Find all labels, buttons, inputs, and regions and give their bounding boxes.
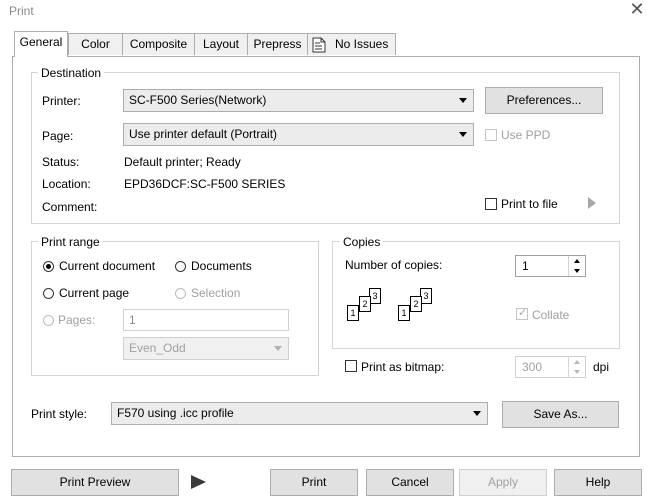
tab-label: Color (81, 37, 110, 51)
tab-color[interactable]: Color (68, 33, 123, 55)
collate-checkbox[interactable] (516, 306, 528, 320)
tab-layout[interactable]: Layout (194, 33, 248, 55)
current-page-radio[interactable] (43, 288, 54, 299)
printer-value: SC-F500 Series(Network) (129, 93, 267, 107)
status-value: Default printer; Ready (124, 155, 241, 169)
printer-select[interactable]: SC-F500 Series(Network) (123, 89, 474, 112)
location-value: EPD36DCF:SC-F500 SERIES (124, 177, 286, 191)
collate-preview-icon: 3 2 1 (396, 288, 444, 326)
print-style-label: Print style: (31, 407, 88, 421)
apply-button[interactable]: Apply (459, 469, 547, 496)
preferences-button[interactable]: Preferences... (485, 87, 603, 114)
page-value: Use printer default (Portrait) (129, 127, 278, 141)
page-label: Page: (42, 129, 74, 143)
print-style-value: F570 using .icc profile (117, 406, 234, 420)
print-button[interactable]: Print (270, 469, 358, 496)
preview-arrow-icon[interactable] (190, 474, 208, 490)
print-to-file-label: Print to file (501, 197, 558, 211)
use-ppd-label: Use PPD (501, 128, 551, 142)
spin-up-icon[interactable] (568, 357, 585, 367)
chevron-down-icon (473, 411, 481, 416)
print-range-legend: Print range (38, 235, 103, 249)
spin-down-icon[interactable] (568, 266, 585, 276)
copies-value: 1 (522, 259, 529, 273)
tab-label: Composite (129, 37, 188, 51)
collate-label: Collate (532, 308, 570, 322)
issues-document-icon (312, 37, 326, 53)
dpi-unit-label: dpi (593, 360, 610, 374)
tab-label: General (19, 35, 63, 49)
copies-spinner[interactable]: 1 (515, 255, 586, 277)
print-style-select[interactable]: F570 using .icc profile (111, 402, 488, 425)
save-as-button[interactable]: Save As... (502, 401, 619, 428)
chevron-down-icon (274, 346, 282, 351)
current-document-radio[interactable] (43, 261, 54, 272)
documents-radio[interactable] (175, 261, 186, 272)
help-button[interactable]: Help (554, 469, 642, 496)
tab-label: Layout (202, 37, 240, 51)
destination-legend: Destination (38, 66, 105, 80)
dpi-value: 300 (522, 360, 543, 374)
cancel-button[interactable]: Cancel (366, 469, 454, 496)
use-ppd-checkbox[interactable] (485, 129, 497, 141)
number-of-copies-label: Number of copies: (345, 258, 443, 272)
tab-no-issues[interactable]: No Issues (307, 33, 396, 55)
page-select[interactable]: Use printer default (Portrait) (123, 123, 474, 146)
printer-label: Printer: (42, 94, 81, 108)
pages-input[interactable]: 1 (123, 309, 289, 331)
print-to-file-checkbox[interactable] (485, 198, 497, 210)
spin-down-icon[interactable] (568, 367, 585, 377)
current-page-label: Current page (59, 286, 130, 300)
even-odd-value: Even_Odd (129, 341, 186, 355)
print-preview-button[interactable]: Print Preview (11, 469, 179, 496)
print-as-bitmap-checkbox[interactable] (345, 360, 357, 372)
current-document-label: Current document (59, 259, 156, 273)
window-title: Print (9, 4, 34, 18)
tab-composite[interactable]: Composite (122, 33, 195, 55)
chevron-down-icon (459, 132, 467, 137)
chevron-down-icon (459, 98, 467, 103)
play-arrow-icon[interactable] (587, 196, 597, 210)
comment-label: Comment: (42, 200, 98, 214)
pages-radio[interactable] (43, 315, 54, 326)
status-label: Status: (42, 155, 80, 169)
spin-up-icon[interactable] (568, 256, 585, 266)
even-odd-select[interactable]: Even_Odd (123, 337, 289, 360)
tab-label: Prepress (253, 37, 302, 51)
print-as-bitmap-label: Print as bitmap: (361, 360, 445, 374)
tab-label: No Issues (335, 37, 389, 51)
tab-prepress[interactable]: Prepress (247, 33, 308, 55)
selection-label: Selection (191, 286, 241, 300)
close-icon[interactable]: ✕ (627, 0, 647, 19)
collate-preview-icon: 3 2 1 (345, 288, 393, 326)
pages-label: Pages: (58, 313, 96, 327)
documents-label: Documents (191, 259, 252, 273)
tab-general[interactable]: General (14, 31, 68, 57)
dpi-spinner[interactable]: 300 (515, 356, 586, 378)
selection-radio[interactable] (175, 288, 186, 299)
location-label: Location: (42, 177, 91, 191)
copies-legend: Copies (340, 235, 384, 249)
